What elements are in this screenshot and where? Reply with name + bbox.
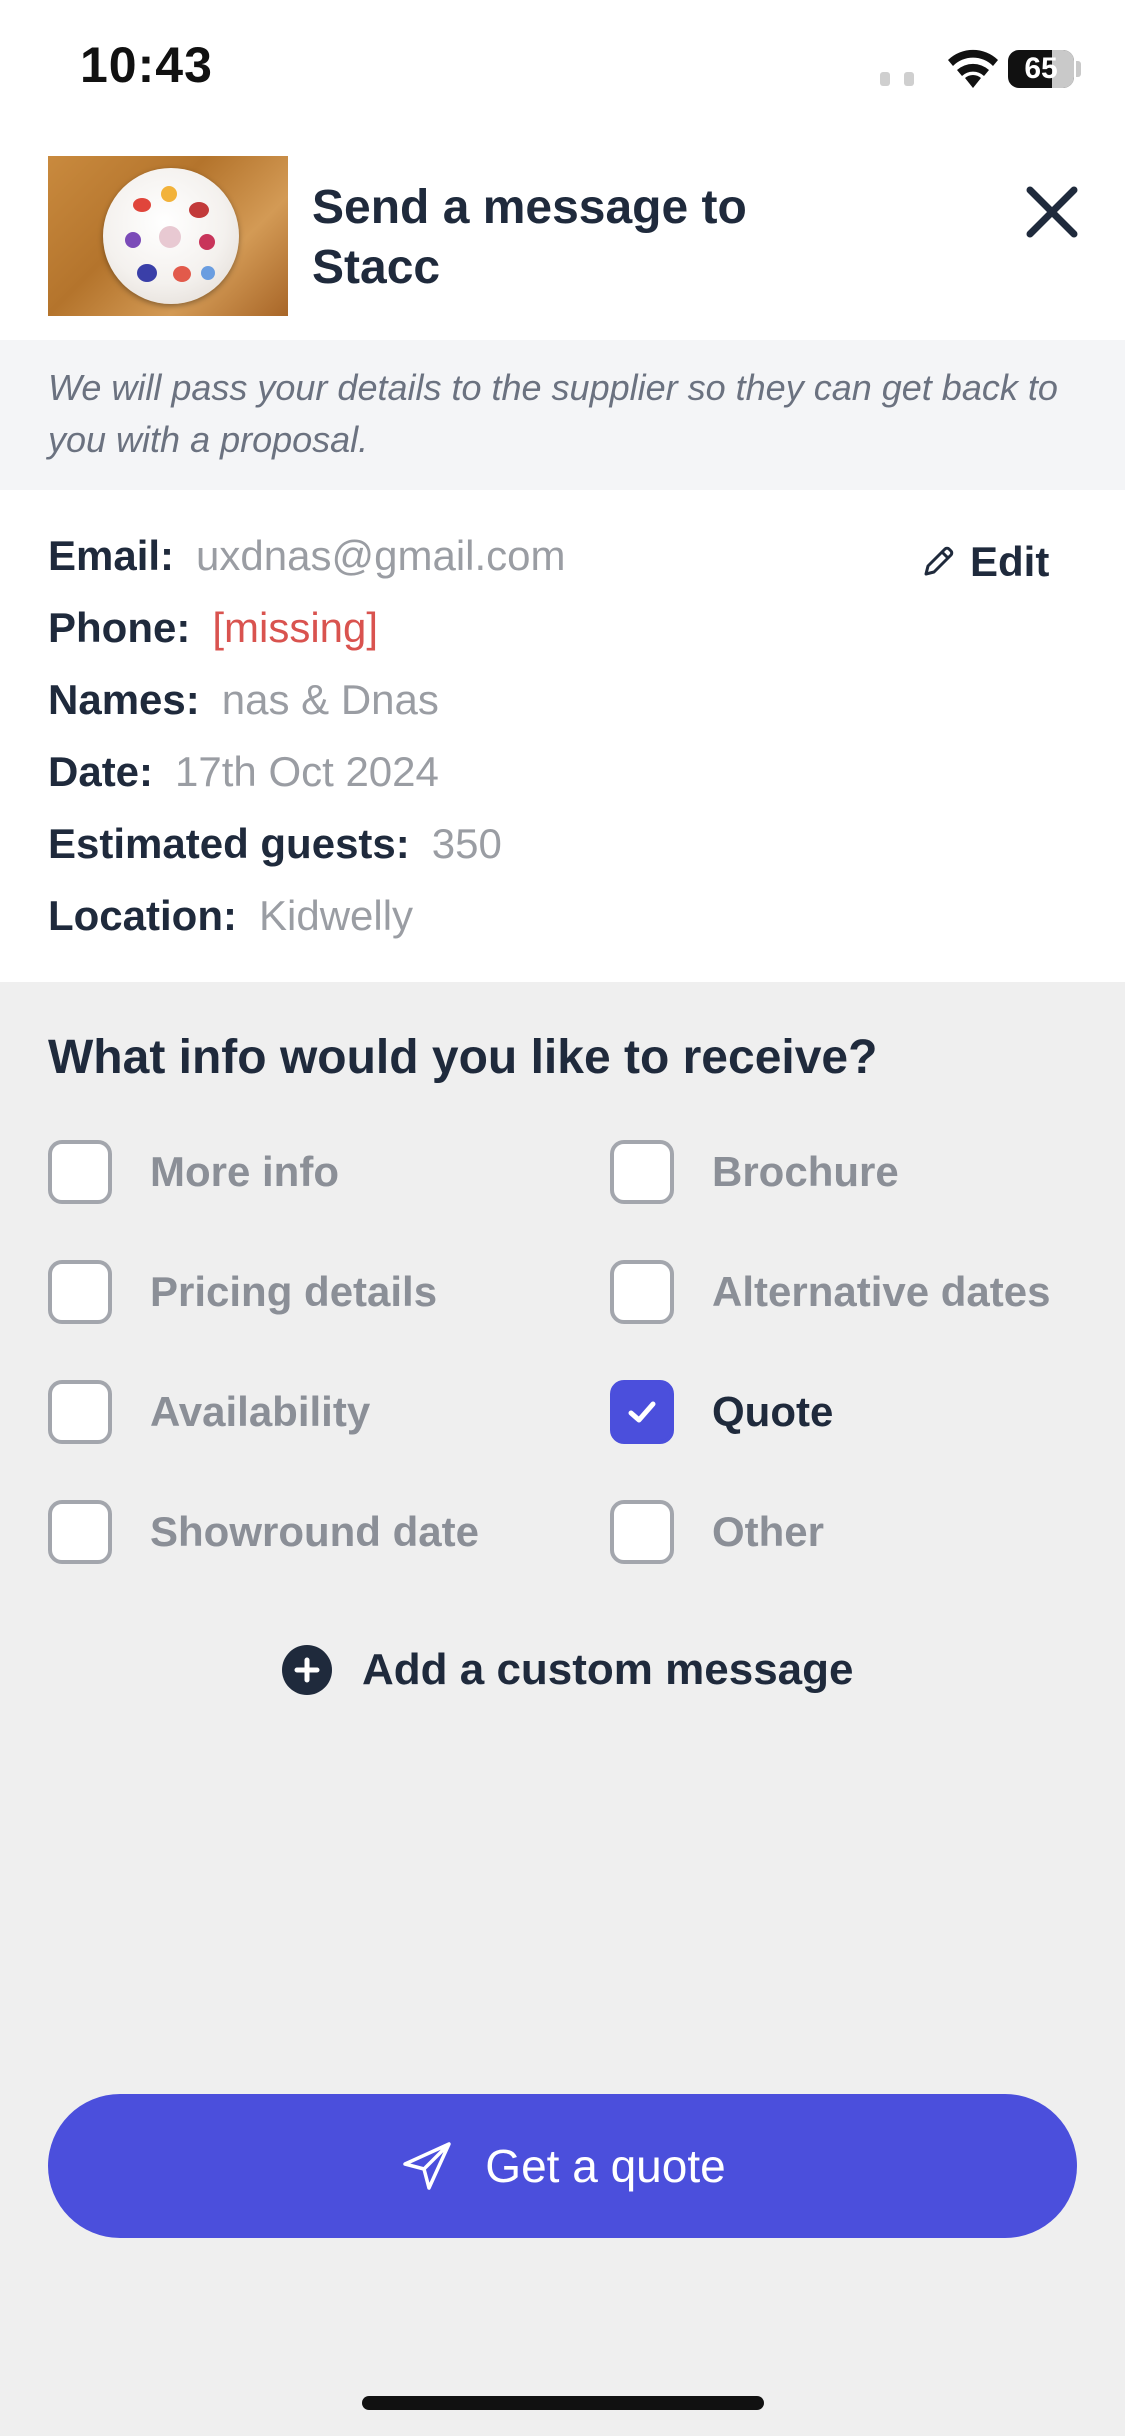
- checkbox[interactable]: [610, 1140, 674, 1204]
- phone-row: Phone: [missing]: [48, 598, 378, 658]
- status-bar: 10:43 65: [0, 0, 1125, 140]
- notice-text: We will pass your details to the supplie…: [48, 367, 1058, 460]
- plus-circle-icon: [282, 1645, 332, 1695]
- names-value: nas & Dnas: [221, 676, 439, 723]
- guests-value: 350: [431, 820, 502, 867]
- email-value: uxdnas@gmail.com: [196, 532, 566, 579]
- location-label: Location:: [48, 892, 237, 939]
- pencil-icon: [924, 546, 954, 576]
- option-label: Quote: [712, 1388, 834, 1435]
- option-label: Pricing details: [150, 1268, 438, 1315]
- custom-message-label: Add a custom message: [362, 1645, 854, 1694]
- email-label: Email:: [48, 532, 175, 579]
- checkbox[interactable]: [48, 1260, 112, 1324]
- names-label: Names:: [48, 676, 200, 723]
- checkbox[interactable]: [48, 1140, 112, 1204]
- status-time: 10:43: [80, 37, 213, 93]
- email-row: Email: uxdnas@gmail.com: [48, 526, 566, 586]
- guests-row: Estimated guests: 350: [48, 814, 502, 874]
- battery-icon: 65: [1008, 50, 1074, 88]
- location-value: Kidwelly: [258, 892, 414, 939]
- battery-tip: [1076, 61, 1081, 77]
- info-notice: We will pass your details to the supplie…: [0, 340, 1125, 490]
- guests-label: Estimated guests:: [48, 820, 410, 867]
- modal-header: Send a message to Stacc: [0, 140, 1125, 340]
- section-title: What info would you like to receive?: [48, 1031, 878, 1084]
- modal-title: Send a message to Stacc: [312, 181, 747, 294]
- checkmark-icon: [628, 1401, 656, 1423]
- edit-label: Edit: [970, 538, 1050, 585]
- send-icon: [403, 2142, 452, 2190]
- option-quote[interactable]: Quote: [610, 1376, 833, 1448]
- close-icon[interactable]: [1020, 180, 1084, 244]
- option-alternative-dates[interactable]: Alternative dates: [610, 1256, 1050, 1328]
- battery-level: 65: [1024, 52, 1058, 85]
- add-custom-message-button[interactable]: Add a custom message: [282, 1640, 854, 1700]
- cta-label: Get a quote: [485, 2140, 726, 2192]
- home-indicator: [362, 2396, 764, 2410]
- checkbox[interactable]: [610, 1500, 674, 1564]
- option-label: Alternative dates: [712, 1268, 1051, 1315]
- option-showround-date[interactable]: Showround date: [48, 1496, 479, 1568]
- option-availability[interactable]: Availability: [48, 1376, 370, 1448]
- checkbox[interactable]: [48, 1500, 112, 1564]
- option-label: Brochure: [712, 1148, 899, 1195]
- date-row: Date: 17th Oct 2024: [48, 742, 439, 802]
- phone-label: Phone:: [48, 604, 191, 651]
- option-pricing-details[interactable]: Pricing details: [48, 1256, 437, 1328]
- wifi-icon: [948, 49, 998, 88]
- location-row: Location: Kidwelly: [48, 886, 413, 946]
- get-quote-button[interactable]: Get a quote: [48, 2094, 1077, 2238]
- option-other[interactable]: Other: [610, 1496, 824, 1568]
- option-label: Availability: [150, 1388, 371, 1435]
- edit-button[interactable]: Edit: [918, 532, 1049, 592]
- checkbox[interactable]: [610, 1260, 674, 1324]
- date-value: 17th Oct 2024: [175, 748, 439, 795]
- option-label: Other: [712, 1508, 825, 1555]
- option-brochure[interactable]: Brochure: [610, 1136, 899, 1208]
- contact-details: Email: uxdnas@gmail.com Phone: [missing] N…: [0, 490, 1125, 982]
- phone-value: [missing]: [212, 604, 379, 651]
- supplier-image: [48, 156, 288, 316]
- checkbox[interactable]: [48, 1380, 112, 1444]
- option-label: More info: [150, 1148, 339, 1195]
- checkbox-checked[interactable]: [610, 1380, 674, 1444]
- date-label: Date:: [48, 748, 154, 795]
- names-row: Names: nas & Dnas: [48, 670, 439, 730]
- option-more-info[interactable]: More info: [48, 1136, 339, 1208]
- option-label: Showround date: [150, 1508, 479, 1555]
- cellular-signal-icon: [880, 72, 928, 91]
